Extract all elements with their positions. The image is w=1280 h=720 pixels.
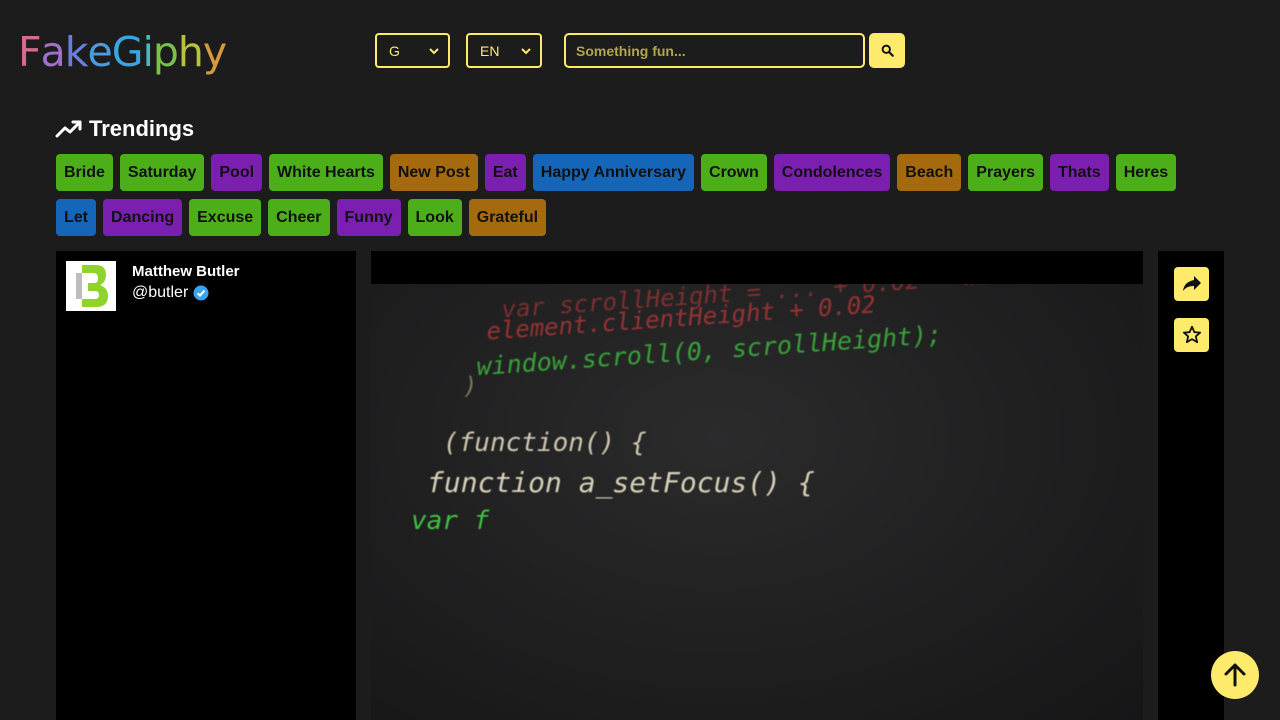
trending-tag[interactable]: Look <box>407 199 462 236</box>
search-input[interactable] <box>564 33 865 68</box>
user-name[interactable]: Matthew Butler <box>132 263 240 280</box>
rating-select-value: G <box>389 42 400 59</box>
gif-code-line: ) <box>463 372 478 400</box>
share-button[interactable] <box>1174 267 1209 301</box>
action-panel <box>1158 251 1224 720</box>
language-select-value: EN <box>480 42 500 59</box>
user-handle-text: @butler <box>132 284 189 301</box>
trending-tag[interactable]: Happy Anniversary <box>532 154 695 191</box>
trending-tag[interactable]: Let <box>56 199 96 236</box>
trending-tag[interactable]: Funny <box>336 199 401 236</box>
trending-tag[interactable]: Cheer <box>268 199 330 236</box>
trending-tag[interactable]: New Post <box>389 154 478 191</box>
logo-letter: F <box>18 28 42 76</box>
user-handle[interactable]: @butler <box>132 284 209 302</box>
arrow-up-icon <box>1224 663 1246 687</box>
trending-tag[interactable]: White Hearts <box>269 154 383 191</box>
search-icon <box>881 44 894 57</box>
trending-tag[interactable]: Crown <box>701 154 767 191</box>
logo-letter: G <box>111 28 144 76</box>
logo-letter: y <box>202 28 227 76</box>
trending-tag[interactable]: Prayers <box>968 154 1044 191</box>
rating-select[interactable]: G <box>375 33 450 68</box>
logo-letter: k <box>64 28 89 76</box>
trending-tag[interactable]: Thats <box>1050 154 1109 191</box>
chevron-down-icon <box>429 47 439 54</box>
language-select[interactable]: EN <box>466 33 542 68</box>
gif-code-line: var f <box>411 506 490 536</box>
chevron-down-icon <box>521 47 531 54</box>
trending-tag[interactable]: Bride <box>56 154 113 191</box>
logo-letter: h <box>177 28 204 76</box>
logo-letter: a <box>40 28 66 76</box>
star-icon <box>1182 325 1201 344</box>
trending-tag-list: Bride Saturday Pool White Hearts New Post Eat… <box>56 154 1196 236</box>
trending-title: Trendings <box>89 116 195 141</box>
trending-tag[interactable]: Saturday <box>119 154 205 191</box>
user-logo-icon <box>66 261 116 311</box>
gif-viewer[interactable]: var scrollHeight = ... + 0.02 * win eleme… <box>371 251 1143 720</box>
share-icon <box>1182 276 1201 291</box>
trending-tag[interactable]: Beach <box>897 154 962 191</box>
logo-letter: e <box>87 28 112 76</box>
avatar[interactable] <box>66 261 116 311</box>
trending-tag[interactable]: Pool <box>211 154 263 191</box>
gif-code-line: (function() { <box>443 428 647 458</box>
favorite-button[interactable] <box>1174 318 1209 352</box>
gif-image: var scrollHeight = ... + 0.02 * win eleme… <box>371 284 1143 720</box>
trending-tag[interactable]: Eat <box>484 154 526 191</box>
search-button[interactable] <box>869 33 905 68</box>
trending-tag[interactable]: Grateful <box>468 199 547 236</box>
verified-badge-icon <box>193 285 209 301</box>
trending-tag[interactable]: Heres <box>1115 154 1177 191</box>
logo-letter: i <box>142 28 153 76</box>
scroll-to-top-button[interactable] <box>1211 651 1259 699</box>
user-panel: Matthew Butler @butler <box>56 251 356 720</box>
app-logo[interactable]: FakeGiphy <box>18 26 227 78</box>
trending-up-icon <box>55 120 82 138</box>
trending-heading: Trendings <box>55 113 194 145</box>
logo-letter: p <box>152 28 179 76</box>
trending-tag[interactable]: Condolences <box>773 154 891 191</box>
gif-code-line: function a_setFocus() { <box>427 466 815 499</box>
trending-tag[interactable]: Excuse <box>189 199 262 236</box>
trending-tag[interactable]: Dancing <box>103 199 183 236</box>
